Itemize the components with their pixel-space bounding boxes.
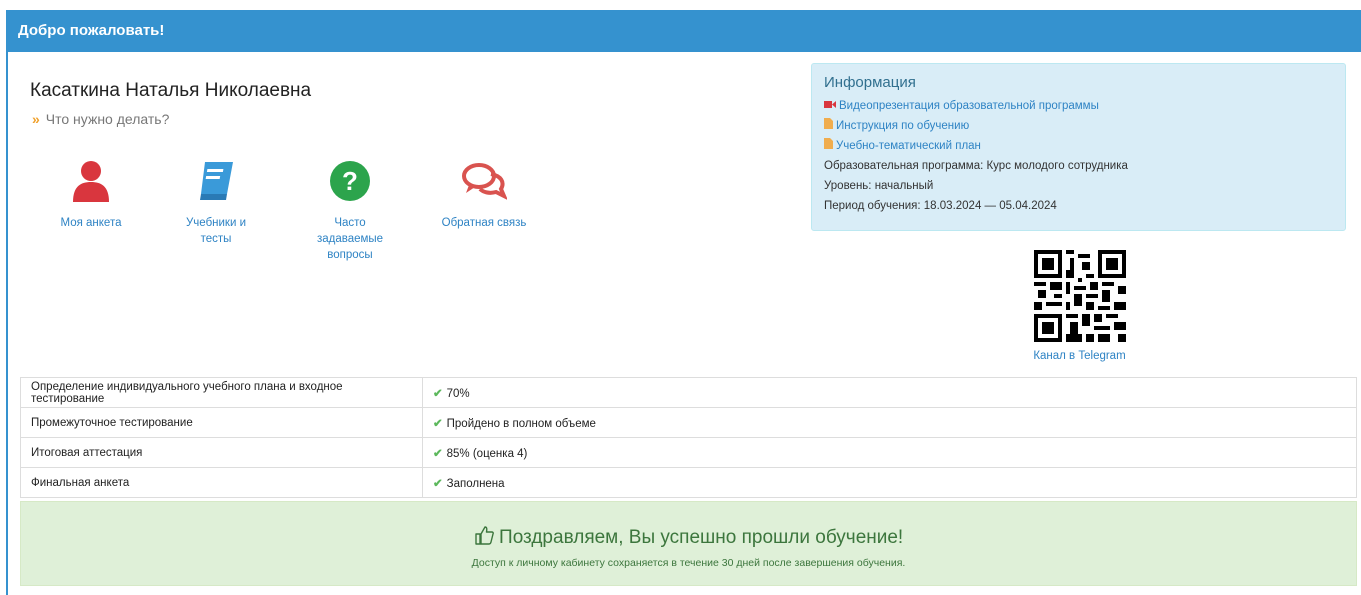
- user-icon: [71, 161, 111, 206]
- my-profile-button[interactable]: Моя анкета: [46, 160, 136, 231]
- table-row: Итоговая аттестация ✔ 85% (оценка 4): [20, 437, 1357, 468]
- video-presentation-link[interactable]: Видеопрезентация образовательной програм…: [839, 100, 1099, 112]
- telegram-channel-link[interactable]: Канал в Telegram: [1022, 350, 1137, 362]
- table-row: Финальная анкета ✔ Заполнена: [20, 467, 1357, 498]
- panel-header: Добро пожаловать!: [8, 10, 1361, 52]
- progress-value: Заполнена: [446, 477, 505, 490]
- training-instruction-link[interactable]: Инструкция по обучению: [836, 120, 969, 132]
- action-label: Обратная связь: [441, 217, 527, 229]
- progress-label: Финальная анкета: [20, 467, 423, 498]
- textbooks-tests-button[interactable]: Учебники и тесты: [171, 160, 261, 247]
- progress-value: 85% (оценка 4): [446, 447, 528, 460]
- action-label: Часто задаваемые вопросы: [316, 217, 384, 261]
- progress-table: Определение индивидуального учебного пла…: [20, 377, 1357, 498]
- progress-label: Промежуточное тестирование: [20, 407, 423, 438]
- check-icon: ✔: [433, 417, 443, 430]
- qr-code-icon[interactable]: [1033, 250, 1126, 346]
- success-note: Доступ к личному кабинету сохраняется в …: [471, 557, 906, 569]
- action-label: Учебники и тесты: [186, 217, 246, 245]
- book-icon: [197, 162, 235, 206]
- success-title: Поздравляем, Вы успешно прошли обучение!: [499, 527, 904, 548]
- table-row: Определение индивидуального учебного пла…: [20, 377, 1357, 408]
- file-icon: [824, 116, 833, 136]
- comments-icon: [461, 163, 508, 206]
- info-panel: Информация Видеопрезентация образователь…: [811, 63, 1346, 231]
- info-title: Информация: [824, 74, 916, 91]
- feedback-button[interactable]: Обратная связь: [439, 160, 529, 231]
- todo-label: Что нужно делать?: [45, 111, 170, 127]
- action-label: Моя анкета: [60, 217, 122, 229]
- check-icon: ✔: [433, 477, 443, 490]
- faq-button[interactable]: ? Часто задаваемые вопросы: [305, 160, 395, 263]
- curriculum-plan-link[interactable]: Учебно-тематический план: [836, 140, 981, 152]
- video-icon: [824, 96, 836, 116]
- double-chevron-icon: »: [32, 111, 40, 127]
- period-text: Период обучения: 18.03.2024 — 05.04.2024: [824, 200, 1057, 213]
- thumbs-up-icon: [474, 526, 499, 548]
- level-text: Уровень: начальный: [824, 180, 934, 193]
- user-name: Касаткина Наталья Николаевна: [30, 80, 312, 101]
- program-text: Образовательная программа: Курс молодого…: [824, 160, 1128, 173]
- progress-label: Итоговая аттестация: [20, 437, 423, 468]
- success-banner: Поздравляем, Вы успешно прошли обучение!…: [20, 501, 1357, 586]
- check-icon: ✔: [433, 387, 443, 400]
- svg-text:?: ?: [342, 166, 358, 196]
- progress-value: 70%: [446, 387, 470, 400]
- file-icon: [824, 136, 833, 156]
- progress-label: Определение индивидуального учебного пла…: [20, 377, 423, 408]
- check-icon: ✔: [433, 447, 443, 460]
- progress-value: Пройдено в полном объеме: [446, 417, 596, 430]
- main-panel: Добро пожаловать! Касаткина Наталья Нико…: [6, 10, 1361, 595]
- question-icon: ?: [329, 161, 371, 206]
- telegram-qr-block: Канал в Telegram: [1022, 250, 1137, 362]
- table-row: Промежуточное тестирование ✔ Пройдено в п…: [20, 407, 1357, 438]
- todo-heading: » Что нужно делать?: [32, 111, 169, 127]
